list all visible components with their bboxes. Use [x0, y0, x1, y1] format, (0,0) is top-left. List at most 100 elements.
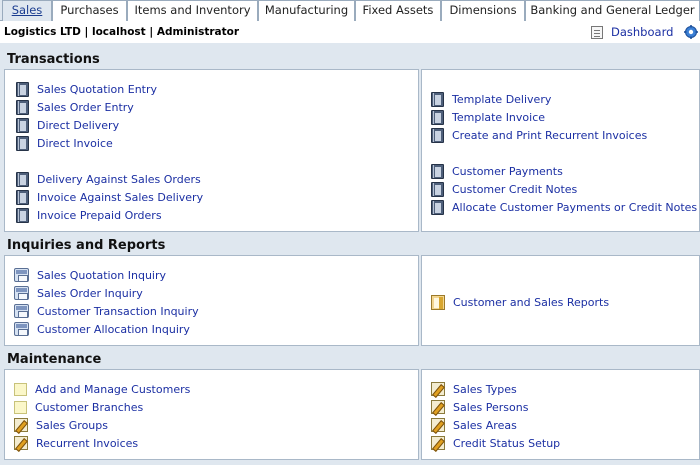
company-info: Logistics LTD | localhost | Administrato…	[4, 26, 240, 38]
link-customer-and-sales-reports[interactable]: Customer and Sales Reports	[431, 294, 609, 310]
link-customer-branches[interactable]: Customer Branches	[14, 399, 143, 415]
link-label: Template Delivery	[452, 92, 552, 106]
link-customer-payments[interactable]: Customer Payments	[431, 163, 563, 179]
link-create-and-print-recurrent-invoices[interactable]: Create and Print Recurrent Invoices	[431, 127, 647, 143]
note-icon	[14, 400, 27, 414]
link-sales-areas[interactable]: Sales Areas	[431, 417, 517, 433]
tab-manufacturing[interactable]: Manufacturing	[258, 0, 355, 21]
book-icon	[431, 109, 444, 125]
search-icon	[14, 304, 29, 318]
edit-icon	[431, 382, 445, 396]
inquiries-left-panel: Sales Quotation Inquiry Sales Order Inqu…	[4, 255, 419, 346]
link-direct-invoice[interactable]: Direct Invoice	[16, 135, 113, 151]
link-recurrent-invoices[interactable]: Recurrent Invoices	[14, 435, 138, 451]
link-label: Customer Payments	[452, 164, 563, 178]
link-delivery-against-sales-orders[interactable]: Delivery Against Sales Orders	[16, 171, 201, 187]
link-template-delivery[interactable]: Template Delivery	[431, 91, 551, 107]
edit-icon	[431, 436, 445, 450]
link-invoice-against-sales-delivery[interactable]: Invoice Against Sales Delivery	[16, 189, 203, 205]
tab-purchases[interactable]: Purchases	[52, 0, 127, 21]
note-icon	[14, 382, 27, 396]
link-sales-persons[interactable]: Sales Persons	[431, 399, 528, 415]
book-icon	[431, 163, 444, 179]
book-icon	[16, 207, 29, 223]
edit-icon	[431, 418, 445, 432]
inquiries-right-panel: Customer and Sales Reports	[421, 255, 700, 346]
link-label: Credit Status Setup	[453, 436, 561, 450]
link-credit-status-setup[interactable]: Credit Status Setup	[431, 435, 560, 451]
link-sales-quotation-inquiry[interactable]: Sales Quotation Inquiry	[14, 267, 166, 283]
book-icon	[431, 199, 444, 215]
module-tab-bar: Sales Purchases Items and Inventory Manu…	[0, 0, 700, 22]
report-icon	[431, 294, 445, 310]
link-label: Sales Quotation Entry	[37, 82, 158, 96]
header-bar: Logistics LTD | localhost | Administrato…	[0, 21, 700, 43]
link-label: Customer Branches	[35, 400, 144, 414]
link-sales-quotation-entry[interactable]: Sales Quotation Entry	[16, 81, 157, 97]
edit-icon	[431, 400, 445, 414]
tab-items-and-inventory[interactable]: Items and Inventory	[127, 0, 258, 21]
link-label: Customer Transaction Inquiry	[37, 304, 199, 318]
book-icon	[16, 135, 29, 151]
section-title-inquiries-and-reports: Inquiries and Reports	[7, 238, 166, 253]
book-icon	[431, 181, 444, 197]
link-label: Add and Manage Customers	[35, 382, 191, 396]
link-label: Sales Types	[453, 382, 517, 396]
book-icon	[16, 81, 29, 97]
tab-fixed-assets[interactable]: Fixed Assets	[355, 0, 441, 21]
tab-sales[interactable]: Sales	[2, 0, 52, 22]
search-icon	[14, 268, 29, 282]
tab-label: Dimensions	[449, 3, 517, 17]
transactions-right-panel: Template Delivery Template Invoice Creat…	[421, 69, 700, 232]
gear-icon[interactable]	[684, 25, 698, 39]
link-customer-transaction-inquiry[interactable]: Customer Transaction Inquiry	[14, 303, 199, 319]
link-label: Delivery Against Sales Orders	[37, 172, 201, 186]
book-icon	[16, 189, 29, 205]
tab-label: Sales	[11, 3, 43, 17]
link-label: Direct Invoice	[37, 136, 113, 150]
link-label: Customer Allocation Inquiry	[37, 322, 190, 336]
link-label: Customer Credit Notes	[452, 182, 578, 196]
link-label: Recurrent Invoices	[36, 436, 139, 450]
link-customer-allocation-inquiry[interactable]: Customer Allocation Inquiry	[14, 321, 190, 337]
maintenance-right-panel: Sales Types Sales Persons Sales Areas Cr…	[421, 369, 700, 460]
tab-label: Fixed Assets	[362, 3, 434, 17]
search-icon	[14, 286, 29, 300]
link-add-and-manage-customers[interactable]: Add and Manage Customers	[14, 381, 190, 397]
link-direct-delivery[interactable]: Direct Delivery	[16, 117, 119, 133]
link-label: Invoice Against Sales Delivery	[37, 190, 204, 204]
link-label: Sales Quotation Inquiry	[37, 268, 167, 282]
dashboard-link[interactable]: Dashboard	[591, 24, 673, 40]
link-label: Allocate Customer Payments or Credit Not…	[452, 200, 698, 214]
link-allocate-customer-payments[interactable]: Allocate Customer Payments or Credit Not…	[431, 199, 697, 215]
link-label: Sales Order Inquiry	[37, 286, 143, 300]
book-icon	[16, 171, 29, 187]
link-label: Sales Areas	[453, 418, 517, 432]
link-customer-credit-notes[interactable]: Customer Credit Notes	[431, 181, 577, 197]
link-label: Sales Order Entry	[37, 100, 134, 114]
tab-label: Items and Inventory	[134, 3, 251, 17]
link-sales-order-entry[interactable]: Sales Order Entry	[16, 99, 134, 115]
link-sales-types[interactable]: Sales Types	[431, 381, 517, 397]
dashboard-label: Dashboard	[611, 25, 674, 39]
link-invoice-prepaid-orders[interactable]: Invoice Prepaid Orders	[16, 207, 162, 223]
section-title-transactions: Transactions	[7, 52, 100, 67]
dashboard-icon	[591, 25, 603, 39]
book-icon	[16, 117, 29, 133]
section-title-maintenance: Maintenance	[7, 352, 102, 367]
tab-label: Purchases	[60, 3, 119, 17]
tab-label: Manufacturing	[264, 3, 349, 17]
maintenance-left-panel: Add and Manage Customers Customer Branch…	[4, 369, 419, 460]
link-label: Direct Delivery	[37, 118, 120, 132]
book-icon	[431, 127, 444, 143]
link-template-invoice[interactable]: Template Invoice	[431, 109, 545, 125]
tab-label: Banking and General Ledger	[530, 3, 695, 17]
link-sales-groups[interactable]: Sales Groups	[14, 417, 108, 433]
tab-dimensions[interactable]: Dimensions	[441, 0, 525, 21]
link-sales-order-inquiry[interactable]: Sales Order Inquiry	[14, 285, 143, 301]
tab-banking-and-general-ledger[interactable]: Banking and General Ledger	[525, 0, 700, 21]
transactions-left-panel: Sales Quotation Entry Sales Order Entry …	[4, 69, 419, 232]
link-label: Customer and Sales Reports	[453, 295, 610, 309]
link-label: Template Invoice	[452, 110, 546, 124]
book-icon	[16, 99, 29, 115]
